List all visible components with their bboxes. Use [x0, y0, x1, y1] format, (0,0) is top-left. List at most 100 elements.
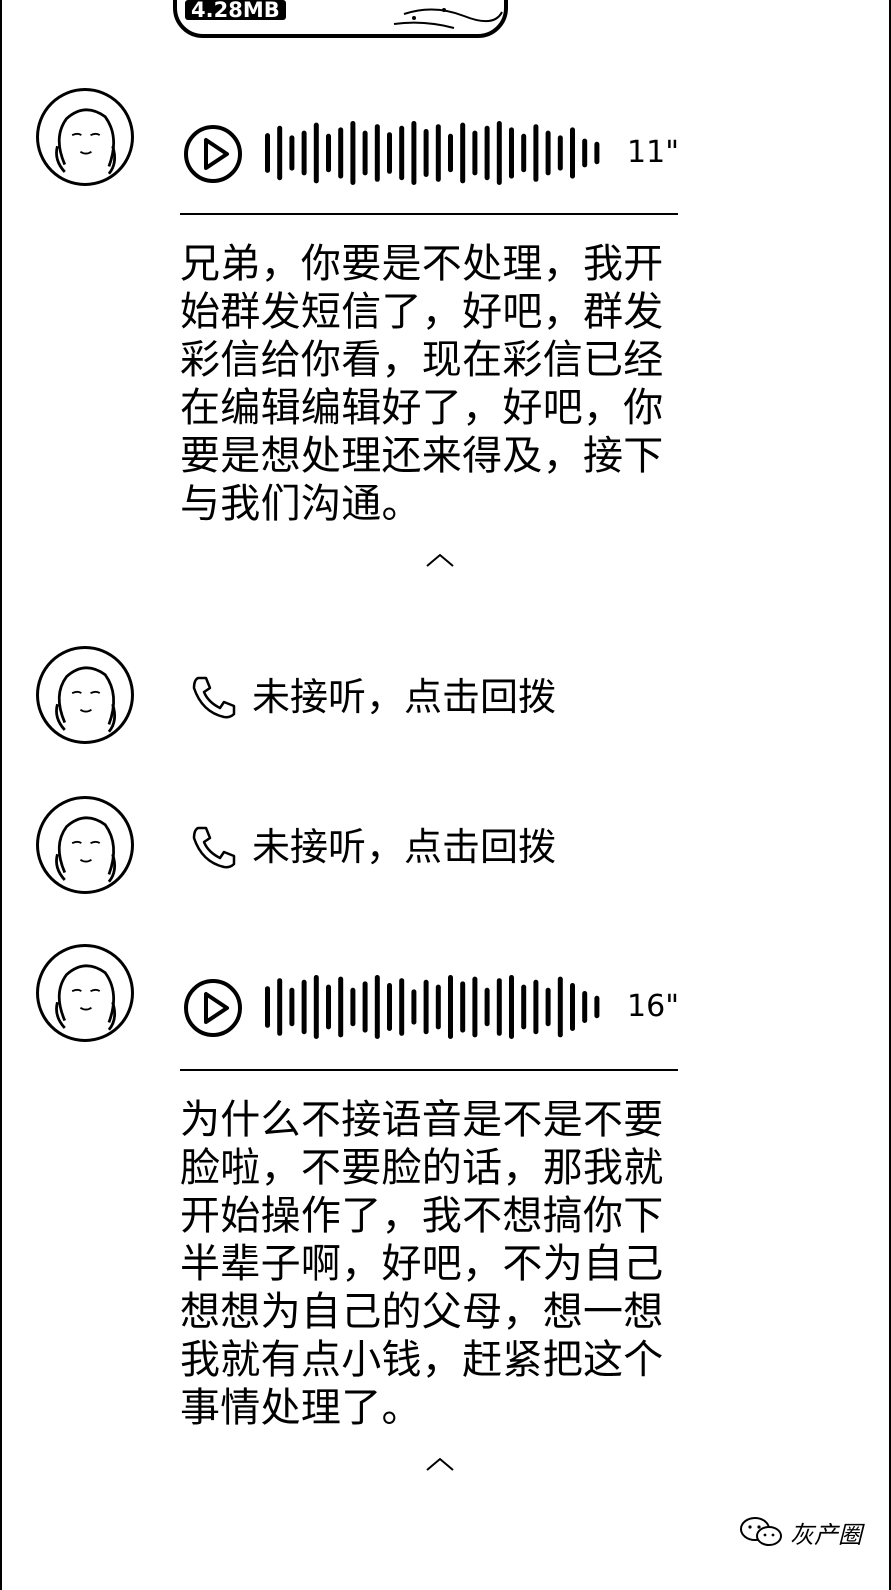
waveform [265, 975, 600, 1039]
waveform-bar [277, 978, 283, 1036]
transcript-line: 开始操作了，我不想搞你下 [180, 1193, 664, 1239]
waveform-bar [289, 987, 295, 1027]
waveform-bar [326, 133, 331, 173]
file-message-bubble[interactable]: 4.28MB [173, 0, 508, 38]
waveform-bar [557, 976, 563, 1038]
waveform-bar [338, 976, 344, 1038]
waveform-bar [423, 129, 429, 177]
waveform-bar [362, 981, 368, 1033]
waveform-bar [301, 979, 307, 1035]
waveform-bar [362, 130, 368, 176]
file-size-label: 4.28MB [185, 0, 286, 21]
transcript-line: 为什么不接语音是不是不要 [180, 1097, 664, 1143]
watermark: 灰产圈 [738, 1512, 862, 1552]
waveform-bar [326, 984, 331, 1030]
transcript-line: 半辈子啊，好吧，不为自己 [180, 1241, 664, 1287]
avatar-sketch [55, 666, 117, 733]
waveform-bar [570, 983, 575, 1031]
waveform-bar [533, 124, 539, 182]
avatar-sketch [55, 108, 117, 175]
waveform-bar [338, 127, 344, 179]
waveform-bar [484, 987, 490, 1027]
transcript-line: 彩信给你看，现在彩信已经 [180, 337, 664, 383]
play-circle-icon[interactable] [183, 124, 243, 184]
waveform-bar [545, 987, 551, 1027]
voice-message[interactable]: 16" [183, 972, 683, 1042]
waveform-bar [472, 976, 478, 1038]
transcript-line: 兄弟，你要是不处理，我开 [180, 241, 664, 287]
waveform-bar [448, 133, 453, 173]
waveform-bar [570, 127, 575, 179]
missed-call-message[interactable]: 未接听，点击回拨 [190, 822, 556, 872]
waveform-bar [594, 995, 600, 1019]
waveform-bar [374, 975, 380, 1039]
waveform-bar [509, 975, 514, 1039]
waveform-bar [496, 978, 502, 1036]
waveform-bar [435, 124, 441, 182]
voice-transcript: 兄弟，你要是不处理，我开 始群发短信了，好吧，群发 彩信给你看，现在彩信已经 在… [180, 240, 680, 528]
waveform-bar [265, 986, 270, 1028]
waveform-bar [265, 133, 270, 173]
waveform-bar [374, 124, 380, 182]
chevron-up-icon[interactable] [425, 1456, 455, 1472]
missed-call-label: 未接听，点击回拨 [252, 825, 557, 869]
waveform-bar [411, 989, 417, 1025]
missed-call-message[interactable]: 未接听，点击回拨 [190, 672, 556, 722]
waveform-bar [594, 141, 600, 165]
waveform-bar [399, 125, 405, 181]
waveform-bar [350, 121, 356, 185]
waveform-bar [301, 130, 307, 176]
waveform-bar [533, 979, 539, 1035]
waveform-bar [411, 121, 417, 185]
waveform-bar [460, 122, 466, 184]
transcript-line: 始群发短信了，好吧，群发 [180, 289, 664, 335]
waveform-bar [472, 130, 478, 176]
phone-icon [192, 826, 236, 869]
waveform-bar [460, 981, 466, 1033]
voice-duration: 16" [627, 989, 679, 1024]
transcript-line: 脸啦，不要脸的话，那我就 [180, 1145, 664, 1191]
waveform-bar [387, 983, 392, 1031]
waveform-bar [313, 122, 319, 184]
avatar-sketch [55, 816, 117, 883]
waveform-bar [557, 135, 563, 171]
waveform-bar [350, 987, 356, 1027]
waveform [265, 121, 600, 185]
waveform-bar [313, 975, 319, 1039]
file-thumbnail [393, 8, 503, 29]
voice-message[interactable]: 11" [183, 118, 683, 188]
waveform-bar [399, 978, 405, 1036]
waveform-bar [582, 138, 588, 168]
missed-call-label: 未接听，点击回拨 [252, 675, 557, 719]
waveform-bar [435, 984, 441, 1030]
waveform-bar [277, 125, 283, 181]
wechat-icon [740, 1517, 782, 1546]
waveform-bar [496, 121, 502, 185]
avatar[interactable] [36, 796, 134, 894]
waveform-bar [521, 984, 527, 1030]
transcript-divider [180, 1069, 678, 1071]
transcript-line: 在编辑编辑好了，好吧，你 [180, 385, 664, 431]
voice-transcript: 为什么不接语音是不是不要 脸啦，不要脸的话，那我就 开始操作了，我不想搞你下 半… [180, 1096, 680, 1432]
avatar[interactable] [36, 646, 134, 744]
waveform-bar [387, 132, 392, 174]
transcript-line: 要是想处理还来得及，接下 [180, 433, 664, 479]
watermark-text: 灰产圈 [790, 1520, 862, 1549]
play-circle-icon[interactable] [183, 978, 243, 1038]
waveform-bar [582, 991, 588, 1023]
avatar-sketch [55, 964, 117, 1031]
waveform-bar [448, 975, 453, 1039]
voice-duration: 11" [627, 135, 679, 170]
phone-icon [192, 676, 236, 719]
waveform-bar [545, 130, 551, 176]
transcript-divider [180, 213, 678, 215]
chevron-up-icon[interactable] [425, 552, 455, 568]
waveform-bar [484, 125, 490, 181]
transcript-line: 我就有点小钱，赶紧把这个 [180, 1337, 664, 1383]
waveform-bar [509, 127, 514, 179]
avatar[interactable] [36, 944, 134, 1042]
transcript-line: 想想为自己的父母，想一想 [180, 1289, 664, 1335]
transcript-line: 与我们沟通。 [180, 481, 422, 527]
transcript-line: 事情处理了。 [180, 1385, 422, 1431]
avatar[interactable] [36, 88, 134, 186]
